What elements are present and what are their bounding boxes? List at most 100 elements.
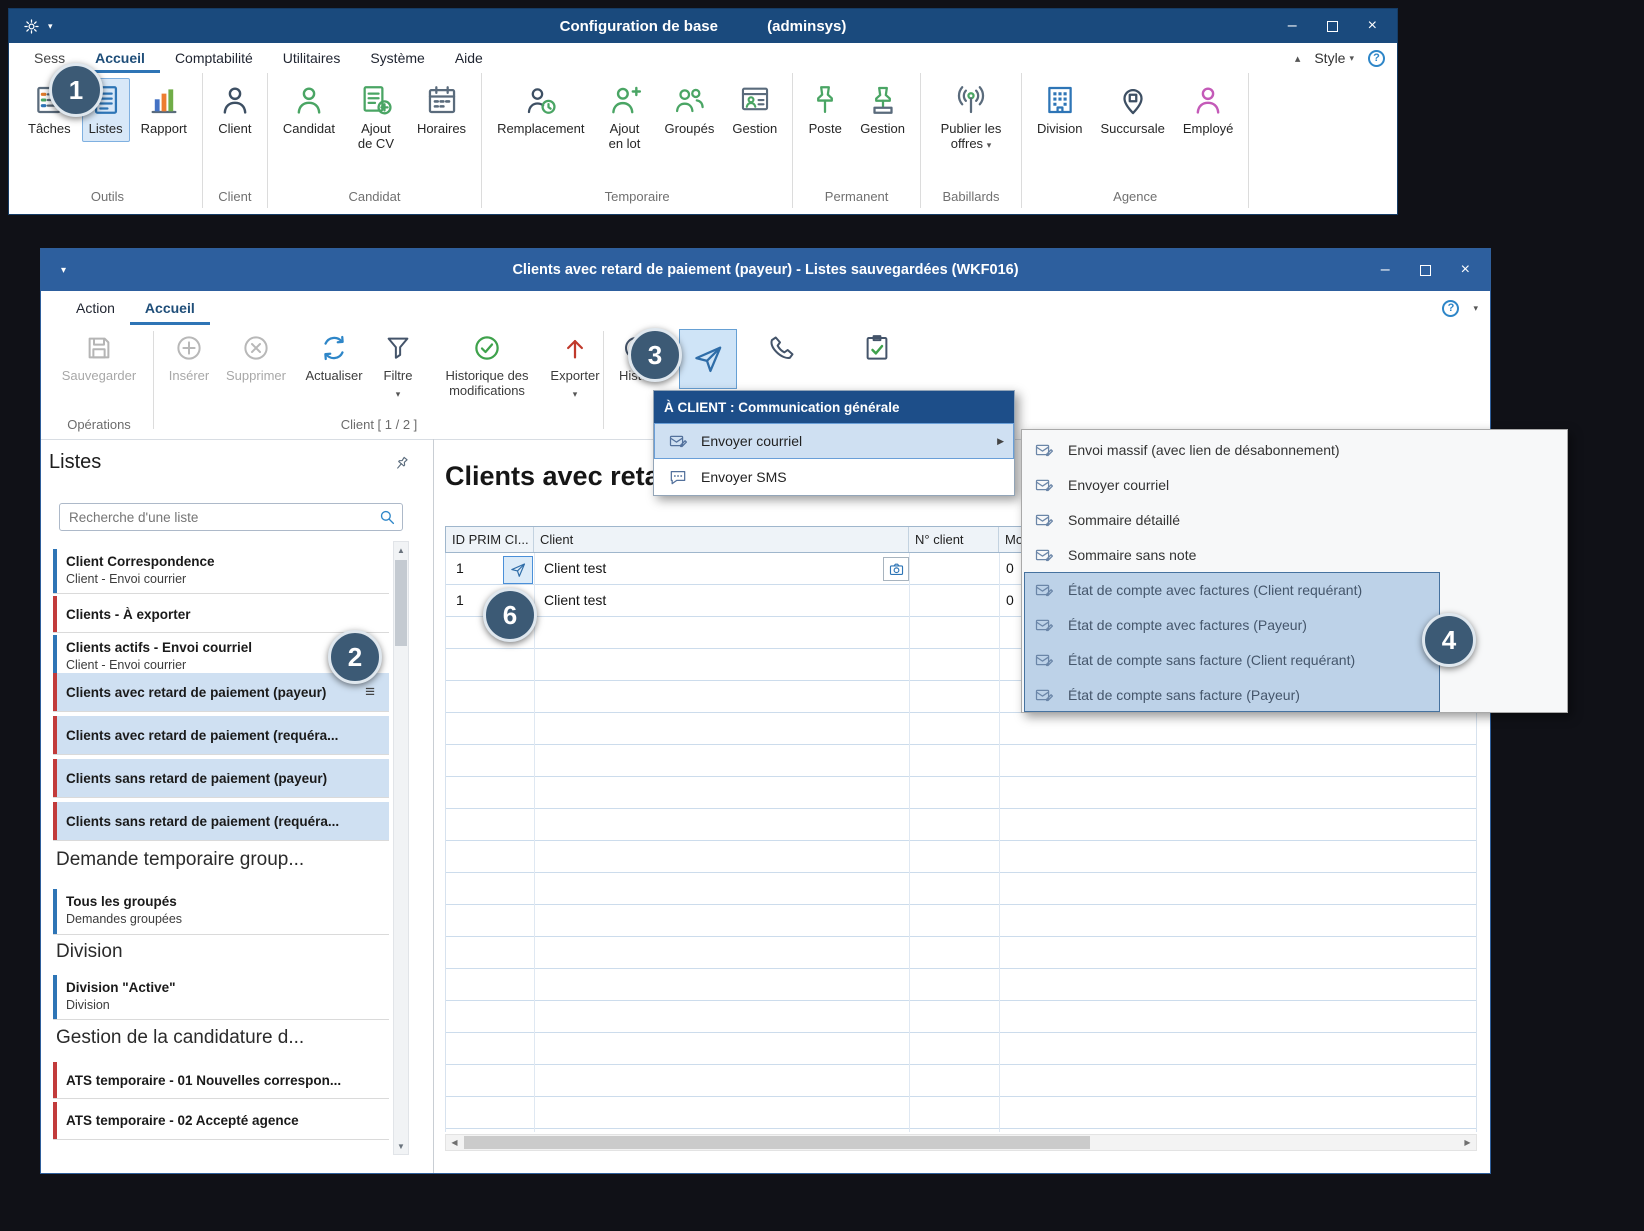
maximize-button[interactable] <box>1420 265 1431 276</box>
list-item-division-active[interactable]: Division "Active" Division <box>53 975 389 1020</box>
candidat-button[interactable]: Candidat <box>276 78 342 142</box>
color-bar <box>53 673 57 711</box>
minimize-button[interactable]: – <box>1381 262 1390 278</box>
horizontal-scrollbar[interactable]: ◀ ▶ <box>445 1134 1477 1151</box>
gestion-temporaire-button[interactable]: Gestion <box>725 78 784 142</box>
menu-item-envoyer-sms[interactable]: Envoyer SMS <box>654 459 1014 495</box>
tab-comptabilite[interactable]: Comptabilité <box>160 43 268 73</box>
search-icon[interactable] <box>378 508 396 526</box>
inserer-button[interactable]: Insérer <box>159 333 219 384</box>
actualiser-button[interactable]: Actualiser <box>299 333 369 384</box>
scroll-left-icon[interactable]: ◀ <box>446 1135 463 1150</box>
remplacement-button[interactable]: Remplacement <box>490 78 591 142</box>
style-menu[interactable]: Style▾ <box>1314 50 1354 66</box>
list-item-ats-02[interactable]: ATS temporaire - 02 Accep­té agence <box>53 1102 389 1140</box>
color-bar <box>53 975 57 1019</box>
telephone-button[interactable] <box>753 333 811 363</box>
drag-handle-icon[interactable]: ≡ <box>365 682 375 702</box>
menu-item-envoyer-courriel[interactable]: Envoyer courriel ▶ <box>654 423 1014 459</box>
rapport-button[interactable]: Rapport <box>134 78 194 142</box>
button-label: Insérer <box>169 369 209 384</box>
window-listes-sauvegardees: ▾ Clients avec retard de paiement (payeu… <box>40 248 1491 1174</box>
list-item-clients-a-exporter[interactable]: Clients - À exporter <box>53 596 389 633</box>
employe-button[interactable]: Employé <box>1176 78 1241 142</box>
list-item-retard-requerant[interactable]: Clients avec retard de paiement (requéra… <box>53 716 389 755</box>
list-scrollbar[interactable]: ▲ ▼ <box>393 541 409 1155</box>
supprimer-button[interactable]: Supprimer <box>221 333 291 384</box>
color-bar <box>53 1062 57 1098</box>
list-item-client-correspondence[interactable]: Client Correspondence Client - Envoi cou… <box>53 549 389 594</box>
window-menu-chevron-icon[interactable]: ▾ <box>41 265 66 276</box>
close-button[interactable]: × <box>1368 18 1377 34</box>
button-label: Publier les offres <box>941 121 1002 151</box>
gear-icon[interactable] <box>23 18 40 35</box>
panel-splitter[interactable] <box>433 439 434 1173</box>
row2-client[interactable]: Client test <box>544 592 606 608</box>
minimize-button[interactable]: – <box>1288 18 1297 34</box>
row1-send-cell[interactable] <box>503 556 533 584</box>
publier-les-offres-button[interactable]: Publier les offres ▾ <box>929 78 1013 157</box>
list-item-tous-les-groupes[interactable]: Tous les groupés Demandes groupées <box>53 889 389 935</box>
help-icon[interactable]: ? <box>1442 300 1459 317</box>
tab-accueil-listes[interactable]: Accueil <box>130 291 210 325</box>
submenu-item-sommaire-detaille[interactable]: Sommaire détaillé <box>1022 502 1567 537</box>
client-button[interactable]: Client <box>211 78 259 142</box>
search-input[interactable] <box>59 503 403 531</box>
list-item-title: Clients sans retard de paiement (payeur) <box>66 771 327 786</box>
floppy-icon <box>84 333 114 363</box>
scrollbar-thumb[interactable] <box>464 1136 1090 1149</box>
button-label: Horaires <box>417 122 466 137</box>
succursale-button[interactable]: Succursale <box>1094 78 1172 142</box>
exporter-button[interactable]: Exporter ▾ <box>547 333 603 399</box>
submenu-item-etat-avec-factures-requerant[interactable]: État de compte avec factures (Client req… <box>1022 572 1567 607</box>
historique-modifications-button[interactable]: Historique des modifications <box>429 333 545 399</box>
ajout-de-cv-button[interactable]: Ajout de CV <box>346 78 406 157</box>
phone-icon <box>767 333 797 363</box>
scroll-down-icon[interactable]: ▼ <box>394 1138 408 1154</box>
column-header-client[interactable]: Client <box>534 527 909 552</box>
row1-client[interactable]: Client test <box>544 560 606 576</box>
chevron-down-icon[interactable]: ▾ <box>1473 304 1478 313</box>
submenu-item-etat-avec-factures-payeur[interactable]: État de compte avec factures (Payeur) <box>1022 607 1567 642</box>
list-item-ats-01[interactable]: ATS temporaire - 01 Nouvelles correspon.… <box>53 1062 389 1099</box>
gestion-permanent-button[interactable]: Gestion <box>853 78 912 142</box>
groupes-button[interactable]: Groupés <box>658 78 722 142</box>
scrollbar-thumb[interactable] <box>395 560 407 646</box>
sauvegarder-button[interactable]: Sauvegarder <box>51 333 147 384</box>
group-label-operations: Opérations <box>51 417 147 432</box>
tab-action[interactable]: Action <box>61 291 130 325</box>
tab-aide[interactable]: Aide <box>440 43 498 73</box>
pin-icon[interactable] <box>390 452 414 476</box>
tab-utilitaires[interactable]: Utilitaires <box>268 43 356 73</box>
column-header-id[interactable]: ID PRIM CI... <box>446 527 534 552</box>
list-item-sans-retard-requerant[interactable]: Clients sans retard de paiement (requéra… <box>53 802 389 841</box>
menu-item-label: État de compte sans facture (Client requ… <box>1068 652 1355 668</box>
quick-access-chevron-icon[interactable]: ▾ <box>48 21 53 32</box>
submenu-item-envoyer-courriel[interactable]: Envoyer courriel <box>1022 467 1567 502</box>
help-icon[interactable]: ? <box>1368 50 1385 67</box>
group-label-outils: Outils <box>21 184 194 206</box>
collapse-ribbon-icon[interactable]: ▴ <box>1295 52 1301 65</box>
row1-montant: 0 <box>1006 560 1014 576</box>
row1-preview-button[interactable] <box>883 557 909 581</box>
list-item-title: Client Correspondence <box>66 554 381 569</box>
scroll-up-icon[interactable]: ▲ <box>394 542 408 558</box>
filtre-button[interactable]: Filtre ▾ <box>373 333 423 399</box>
horaires-button[interactable]: Horaires <box>410 78 473 142</box>
column-header-n-client[interactable]: N° client <box>909 527 999 552</box>
submenu-item-etat-sans-facture-requerant[interactable]: État de compte sans facture (Client requ… <box>1022 642 1567 677</box>
list-item-sans-retard-payeur[interactable]: Clients sans retard de paiement (payeur) <box>53 759 389 798</box>
poste-button[interactable]: Poste <box>801 78 849 142</box>
submenu-item-sommaire-sans-note[interactable]: Sommaire sans note <box>1022 537 1567 572</box>
evenement-button[interactable] <box>847 333 907 363</box>
ajout-en-lot-button[interactable]: Ajout en lot <box>596 78 654 157</box>
chevron-down-icon: ▾ <box>987 140 992 150</box>
close-button[interactable]: × <box>1461 262 1470 278</box>
submenu-item-envoi-massif[interactable]: Envoi massif (avec lien de désabonnement… <box>1022 432 1567 467</box>
maximize-button[interactable] <box>1327 21 1338 32</box>
division-button[interactable]: Division <box>1030 78 1090 142</box>
submenu-item-etat-sans-facture-payeur[interactable]: État de compte sans facture (Payeur) <box>1022 677 1567 712</box>
scroll-right-icon[interactable]: ▶ <box>1459 1135 1476 1150</box>
envoyer-communication-button[interactable] <box>679 329 737 389</box>
tab-systeme[interactable]: Système <box>355 43 439 73</box>
